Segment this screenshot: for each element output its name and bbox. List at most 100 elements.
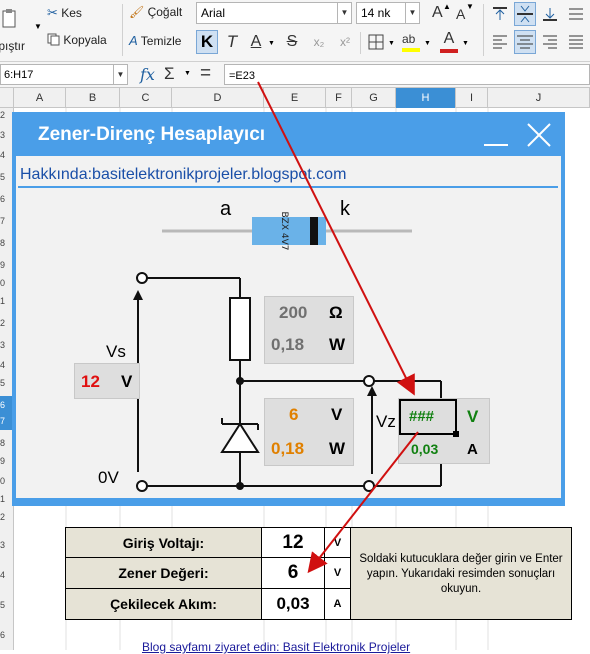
- row-number[interactable]: 3: [0, 540, 14, 550]
- output-current: 0,03: [411, 441, 439, 457]
- column-header-row: A B C D E F G H I J: [0, 88, 590, 108]
- vs-value: 12: [81, 372, 100, 391]
- function-wizard-icon[interactable]: fx: [140, 65, 155, 84]
- zener-panel: 6 V 0,18 W: [264, 398, 354, 466]
- column-header[interactable]: C: [120, 88, 172, 108]
- borders-dropdown-icon[interactable]: ▼: [388, 40, 395, 47]
- column-header-selected[interactable]: H: [396, 88, 456, 108]
- align-right-icon[interactable]: [542, 34, 558, 50]
- underline-dropdown-icon[interactable]: ▼: [268, 40, 275, 47]
- align-left-icon[interactable]: [492, 34, 508, 50]
- column-header[interactable]: A: [14, 88, 66, 108]
- zener-value-field[interactable]: 6: [261, 557, 325, 589]
- row-number[interactable]: 6: [0, 630, 14, 640]
- column-header[interactable]: E: [264, 88, 326, 108]
- shrink-arrow-icon: ▼: [466, 2, 474, 11]
- footer-blog-link[interactable]: Blog sayfamı ziyaret edin: Basit Elektro…: [142, 640, 410, 654]
- copy-button[interactable]: Kopyala: [46, 32, 116, 52]
- superscript-button[interactable]: x²: [334, 30, 356, 54]
- cut-label: Kes: [61, 6, 82, 20]
- sum-dropdown-icon[interactable]: ▼: [184, 70, 191, 77]
- italic-button[interactable]: T: [222, 30, 242, 54]
- row-number[interactable]: 4: [0, 570, 14, 580]
- column-header[interactable]: J: [488, 88, 590, 108]
- bold-button[interactable]: K: [196, 30, 218, 54]
- column-header[interactable]: I: [456, 88, 488, 108]
- wrap-icon[interactable]: [568, 6, 584, 22]
- output-value-cell[interactable]: ###: [399, 399, 457, 435]
- current-field[interactable]: 0,03: [261, 588, 325, 620]
- chevron-down-icon[interactable]: ▼: [113, 65, 127, 84]
- align-bottom-icon[interactable]: [542, 6, 558, 22]
- align-middle-icon: [517, 5, 533, 23]
- ground-label: 0V: [98, 468, 119, 487]
- justify-icon[interactable]: [568, 34, 584, 50]
- subscript-button[interactable]: x₂: [308, 30, 330, 54]
- font-size-value: 14 nk: [361, 6, 391, 20]
- table-row-label: Giriş Voltajı:: [65, 527, 262, 558]
- clear-formatting-button[interactable]: A Temizle: [128, 32, 192, 52]
- paintbrush-icon: 🖌: [129, 5, 145, 19]
- toolbar-divider: [483, 4, 484, 56]
- row-number[interactable]: 2: [0, 512, 14, 522]
- copy-icon: [47, 33, 60, 46]
- zener-voltage: 6: [289, 405, 299, 424]
- chevron-down-icon[interactable]: ▼: [337, 3, 351, 23]
- fill-handle[interactable]: [453, 431, 459, 437]
- anode-label: a: [220, 198, 232, 220]
- vs-label: Vs: [106, 342, 126, 361]
- minimize-button[interactable]: [484, 144, 508, 146]
- diode-marking: BZX 4V7: [279, 212, 289, 251]
- font-size-combo[interactable]: 14 nk ▼: [356, 2, 420, 24]
- clone-formatting-button[interactable]: 🖌 Çoğalt: [128, 4, 192, 24]
- corner-select-all[interactable]: [0, 88, 14, 108]
- column-header[interactable]: F: [326, 88, 352, 108]
- column-header[interactable]: B: [66, 88, 120, 108]
- grow-font-icon[interactable]: A: [432, 4, 443, 22]
- clear-label: Temizle: [140, 34, 182, 48]
- input-voltage-field[interactable]: 12: [261, 527, 325, 558]
- highlight-icon[interactable]: ab: [402, 32, 420, 54]
- dialog-body: Hakkında:basitelektronikprojeler.blogspo…: [16, 156, 561, 498]
- name-box[interactable]: 6:H17 ▼: [0, 64, 128, 85]
- cut-button[interactable]: ✂ Kes: [46, 4, 116, 24]
- output-unit: V: [467, 407, 479, 426]
- chevron-down-icon[interactable]: ▼: [405, 3, 419, 23]
- shrink-font-icon[interactable]: A: [456, 6, 465, 22]
- underline-button[interactable]: A: [246, 30, 266, 54]
- borders-icon[interactable]: [368, 34, 384, 50]
- output-current-unit: A: [467, 441, 478, 458]
- table-row-unit: V: [324, 557, 351, 589]
- equals-icon[interactable]: =: [200, 63, 211, 85]
- copy-label: Kopyala: [63, 33, 107, 47]
- align-middle-button[interactable]: [514, 2, 536, 26]
- column-header[interactable]: D: [172, 88, 264, 108]
- scissors-icon: ✂: [47, 5, 58, 20]
- zener-diode-illustration: BZX 4V7: [252, 212, 326, 251]
- highlight-dropdown-icon[interactable]: ▼: [424, 40, 431, 47]
- font-color-dropdown-icon[interactable]: ▼: [462, 40, 469, 47]
- font-name-combo[interactable]: Arial ▼: [196, 2, 352, 24]
- font-color-swatch: [440, 49, 458, 53]
- formula-input[interactable]: =E23: [224, 64, 590, 85]
- row-number[interactable]: 5: [0, 600, 14, 610]
- paste-dropdown-icon[interactable]: ▼: [34, 22, 42, 31]
- zener-power-unit: W: [329, 439, 346, 458]
- align-center-icon: [517, 35, 533, 49]
- resistor-power: 0,18: [271, 335, 305, 354]
- grow-arrow-icon: ▲: [443, 2, 451, 11]
- zener-power: 0,18: [271, 439, 305, 458]
- align-top-icon[interactable]: [492, 6, 508, 22]
- font-name-value: Arial: [201, 6, 226, 20]
- paste-button[interactable]: ıpıştır: [0, 2, 30, 58]
- vz-label: Vz: [376, 412, 396, 431]
- align-center-button[interactable]: [514, 30, 536, 54]
- close-icon[interactable]: [526, 122, 552, 148]
- sum-icon[interactable]: Σ: [164, 64, 175, 84]
- font-color-icon[interactable]: A: [440, 30, 458, 54]
- column-header[interactable]: G: [352, 88, 396, 108]
- strikethrough-button[interactable]: S: [282, 30, 302, 54]
- table-row-unit: V: [324, 527, 351, 558]
- resistor-panel: 200 Ω 0,18 W: [264, 296, 354, 364]
- formula-bar: 6:H17 ▼ fx Σ ▼ = =E23: [0, 62, 590, 88]
